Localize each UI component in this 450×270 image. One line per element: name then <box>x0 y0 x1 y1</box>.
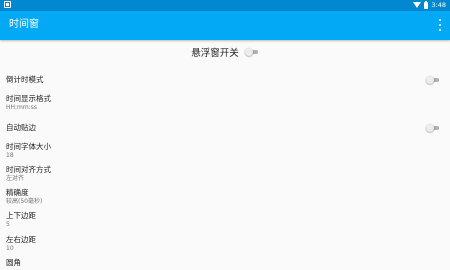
setting-title: 精确度 <box>6 188 29 197</box>
master-switch-label: 悬浮窗开关 <box>191 48 239 59</box>
setting-vertical-margin[interactable]: 上下边距 5 <box>6 211 450 229</box>
setting-title: 圆角 <box>6 258 21 267</box>
screen: 3:48 时间窗 悬浮窗开关 倒计时模式 时间显示格式 HH:mm:ss 自动贴… <box>0 0 450 270</box>
app-bar: 时间窗 <box>0 11 450 40</box>
countdown-mode-switch[interactable] <box>426 76 440 84</box>
auto-snap-switch[interactable] <box>426 124 440 132</box>
status-icons: 3:48 <box>413 0 446 9</box>
setting-value: HH:mm:ss <box>6 104 38 111</box>
setting-title: 时间显示格式 <box>6 94 51 103</box>
setting-title: 左右边距 <box>6 235 36 244</box>
more-vertical-icon[interactable] <box>438 19 441 31</box>
setting-corner-radius[interactable]: 圆角 <box>6 258 450 268</box>
switch-thumb <box>426 76 434 84</box>
battery-icon <box>424 0 429 9</box>
setting-auto-snap[interactable]: 自动贴边 <box>6 123 450 133</box>
status-bar: 3:48 <box>0 0 450 11</box>
setting-horizontal-margin[interactable]: 左右边距 10 <box>6 235 450 253</box>
setting-precision[interactable]: 精确度 较高(50毫秒) <box>6 188 450 206</box>
setting-title: 时间对齐方式 <box>6 165 51 174</box>
setting-value: 5 <box>6 221 10 228</box>
wifi-icon <box>413 2 422 8</box>
setting-title: 上下边距 <box>6 211 36 220</box>
master-switch[interactable] <box>244 48 259 56</box>
master-switch-row[interactable]: 悬浮窗开关 <box>0 42 450 62</box>
setting-title: 自动贴边 <box>6 123 36 132</box>
setting-title: 倒计时模式 <box>6 75 44 84</box>
switch-thumb <box>244 48 253 56</box>
switch-thumb <box>426 124 434 132</box>
setting-alignment[interactable]: 时间对齐方式 左对齐 <box>6 165 450 183</box>
setting-title: 时间字体大小 <box>6 142 51 151</box>
setting-time-format[interactable]: 时间显示格式 HH:mm:ss <box>6 94 450 112</box>
setting-value: 左对齐 <box>6 175 25 182</box>
setting-value: 10 <box>6 245 14 252</box>
setting-font-size[interactable]: 时间字体大小 18 <box>6 142 450 160</box>
app-title: 时间窗 <box>9 19 39 30</box>
setting-value: 较高(50毫秒) <box>6 198 43 205</box>
setting-countdown-mode[interactable]: 倒计时模式 <box>6 75 450 85</box>
setting-value: 18 <box>6 152 14 159</box>
notification-icon <box>4 1 11 8</box>
status-time: 3:48 <box>431 1 446 9</box>
